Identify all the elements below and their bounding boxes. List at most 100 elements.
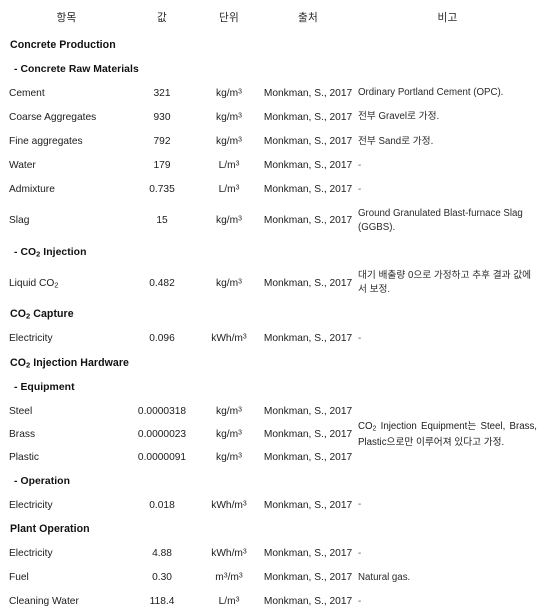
cell-source: Monkman, S., 2017 (263, 111, 353, 123)
cell-value: 15 (156, 215, 168, 227)
table-row: Slag 15 kg/m3 Monkman, S., 2017 Ground Granu… (9, 202, 537, 240)
cell-value: 0.735 (149, 184, 175, 196)
section-heading: CO2 Capture (10, 308, 74, 321)
cell-unit: kWh/m3 (211, 333, 247, 345)
cell-unit: kg/m3 (216, 136, 242, 148)
cell-source: Monkman, S., 2017 (263, 277, 353, 289)
cell-value: 4.88 (152, 548, 172, 560)
table-row: Electricity 0.096 kWh/m3 Monkman, S., 2017- (9, 327, 537, 351)
cell-value: 792 (153, 136, 171, 148)
table-header-row: 항목 값 단위 출처 비고 (9, 6, 537, 33)
cell-value: 179 (153, 160, 171, 172)
subsection-heading-row: - CO2 Injection (9, 240, 537, 264)
cell-unit: L/m3 (218, 184, 240, 196)
cell-value: 0.482 (149, 277, 175, 289)
cell-source: Monkman, S., 2017 (263, 596, 353, 608)
cell-unit: L/m3 (218, 596, 240, 608)
cell-value: 0.096 (149, 333, 175, 345)
cell-source: Monkman, S., 2017 (263, 215, 353, 227)
cell-unit: kWh/m3 (211, 548, 247, 560)
cell-item: Slag (9, 215, 30, 227)
cell-source: Monkman, S., 2017 (263, 333, 353, 345)
cell-item: Steel (9, 405, 33, 417)
table-row: Admixture 0.735 L/m3 Monkman, S., 2017- (9, 178, 537, 202)
subsection-heading: - Operation (14, 475, 70, 487)
cell-source: Monkman, S., 2017 (263, 160, 353, 172)
cell-value: 0.30 (152, 572, 172, 584)
cell-item: Brass (9, 428, 36, 440)
table-row: Electricity 4.88 kWh/m3 Monkman, S., 2017- (9, 542, 537, 566)
cell-value: 118.4 (149, 596, 175, 608)
cell-value: 0.018 (149, 499, 175, 511)
cell-unit: kg/m3 (216, 215, 242, 227)
cell-note: - (358, 499, 362, 511)
section-heading-row: CO2 Injection Hardware (9, 351, 537, 376)
table-row: Electricity 0.018 kWh/m3 Monkman, S., 2017- (9, 493, 537, 517)
cell-item: Cement (9, 87, 45, 99)
cell-note: Ordinary Portland Cement (OPC). (358, 87, 504, 99)
subsection-heading-row: - Equipment (9, 375, 537, 399)
cell-unit: kg/m3 (216, 428, 242, 440)
section-heading-row: CO2 Capture (9, 302, 537, 327)
cell-value: 0.0000091 (137, 451, 187, 463)
subsection-heading-row: - Operation (9, 469, 537, 493)
cell-item: Electricity (9, 548, 53, 560)
cell-unit: kWh/m3 (211, 499, 247, 511)
lci-inventory-table: 항목 값 단위 출처 비고 Concrete Production - Concrete R… (9, 6, 537, 614)
cell-unit: kg/m3 (216, 277, 242, 289)
table-row: Cement 321 kg/m3 Monkman, S., 2017 Ordinary … (9, 81, 537, 105)
cell-item: Cleaning Water (9, 596, 79, 608)
cell-note: - (358, 183, 362, 195)
cell-note-merged: CO2 Injection Equipment는 Steel, Brass, P… (358, 420, 537, 448)
cell-value: 0.0000318 (137, 405, 187, 417)
cell-note: - (358, 332, 362, 344)
section-heading: Plant Operation (10, 523, 90, 536)
section-heading-row: Plant Operation (9, 517, 537, 542)
cell-source: Monkman, S., 2017 (263, 184, 353, 196)
cell-unit: kg/m3 (216, 405, 242, 417)
cell-unit: m3/m3 (215, 572, 243, 584)
cell-item: Liquid CO2 (9, 277, 59, 290)
cell-unit: kg/m3 (216, 87, 242, 99)
cell-item: Electricity (9, 333, 53, 345)
cell-value: 321 (153, 87, 171, 99)
lci-table-container: 항목 값 단위 출처 비고 Concrete Production - Concrete R… (9, 0, 537, 614)
section-heading: Concrete Production (10, 38, 116, 51)
column-header-value: 값 (157, 12, 167, 24)
column-header-source: 출처 (298, 12, 318, 24)
cell-note: - (358, 159, 362, 171)
cell-source: Monkman, S., 2017 (263, 405, 353, 417)
table-row: Cleaning Water 118.4 L/m3 Monkman, S., 2017… (9, 590, 537, 614)
table-body: 항목 값 단위 출처 비고 Concrete Production - Concrete R… (9, 6, 537, 614)
subsection-heading: - Concrete Raw Materials (14, 64, 139, 76)
table-row: Steel 0.0000318 kg/m3 Monkman, S., 2017 CO2 … (9, 400, 537, 448)
cell-item: Admixture (9, 184, 55, 196)
cell-note: 전부 Sand로 가정. (358, 135, 434, 147)
cell-note: Ground Granulated Blast-furnace Slag (GG… (358, 207, 523, 233)
cell-item: Fine aggregates (9, 136, 83, 148)
cell-note: 대기 배출량 0으로 가정하고 추후 결과 값에서 보정. (358, 270, 532, 296)
column-header-note: 비고 (437, 12, 458, 24)
cell-value: 0.0000023 (137, 428, 187, 440)
cell-note: - (358, 547, 362, 559)
cell-unit: kg/m3 (216, 451, 242, 463)
table-row: Coarse Aggregates 930 kg/m3 Monkman, S., 20… (9, 105, 537, 129)
cell-unit: kg/m3 (216, 111, 242, 123)
cell-source: Monkman, S., 2017 (263, 87, 353, 99)
cell-source: Monkman, S., 2017 (263, 136, 353, 148)
subsection-heading-row: - Concrete Raw Materials (9, 57, 537, 81)
cell-item: Electricity (9, 499, 53, 511)
cell-source: Monkman, S., 2017 (263, 451, 353, 463)
subsection-heading: - CO2 Injection (14, 246, 87, 259)
cell-item: Plastic (9, 451, 40, 463)
table-row: Water 179 L/m3 Monkman, S., 2017- (9, 154, 537, 178)
cell-unit: L/m3 (218, 160, 240, 172)
cell-item: Water (9, 160, 36, 172)
cell-source: Monkman, S., 2017 (263, 572, 353, 584)
subsection-heading: - Equipment (14, 382, 75, 394)
cell-value: 930 (153, 111, 171, 123)
section-heading-row: Concrete Production (9, 33, 537, 58)
table-row: Liquid CO2 0.482 kg/m3 Monkman, S., 2017 대기 … (9, 264, 537, 302)
cell-item: Fuel (9, 572, 29, 584)
column-header-item: 항목 (56, 12, 77, 24)
